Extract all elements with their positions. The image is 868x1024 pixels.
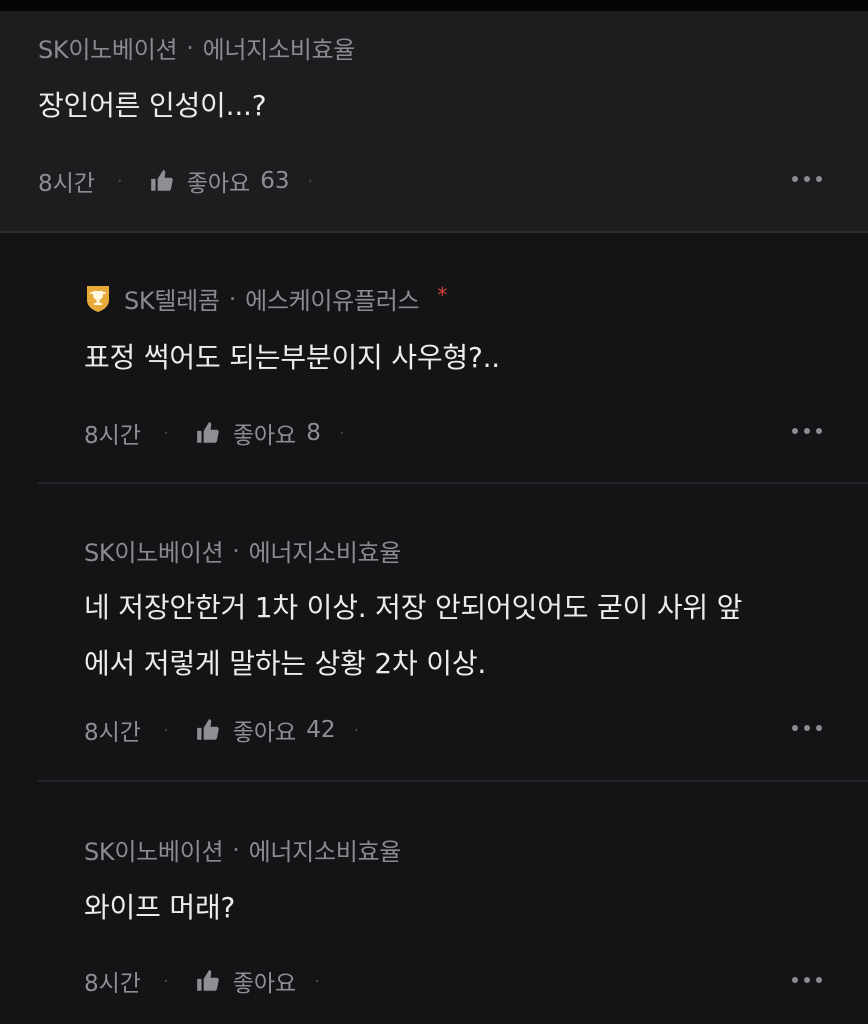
more-horizontal-icon	[792, 176, 798, 182]
divider	[38, 482, 868, 484]
author-company[interactable]: SK이노베이션	[84, 832, 224, 867]
author-company[interactable]: SK이노베이션	[84, 533, 224, 568]
meta-separator: ·	[232, 835, 240, 864]
meta-separator: ·	[232, 536, 240, 565]
meta-separator: ·	[162, 422, 169, 444]
like-button[interactable]: 좋아요 42	[195, 713, 336, 747]
thumbs-up-icon	[196, 970, 219, 991]
status-bar	[0, 0, 868, 11]
like-label: 좋아요	[186, 171, 251, 197]
comment-time: 8시간	[38, 171, 95, 197]
meta-separator: ·	[186, 33, 194, 62]
comment-text: 와이프 머래?	[84, 880, 235, 936]
comment-author[interactable]: SK텔레콤 · 에스케이유플러스 *	[84, 281, 447, 316]
author-dept: 에스케이유플러스	[245, 287, 420, 315]
comment-time: 8시간	[84, 720, 141, 746]
meta-separator: ·	[314, 970, 320, 992]
meta-separator: ·	[307, 170, 314, 192]
comment-text-line: 에서 저렇게 말하는 상황 2차 이상.	[84, 647, 487, 680]
comment-time: 8시간	[84, 423, 141, 449]
more-options-button[interactable]	[792, 176, 822, 182]
comment-time: 8시간	[84, 971, 141, 997]
meta-separator: ·	[228, 284, 237, 313]
meta-separator: ·	[116, 170, 123, 192]
comment-actions: 8시간 · 좋아요 63 ·	[38, 164, 313, 198]
like-count: 8	[306, 420, 321, 446]
like-button[interactable]: 좋아요	[195, 964, 296, 998]
like-button[interactable]: 좋아요 8	[195, 416, 321, 450]
more-horizontal-icon	[792, 725, 798, 731]
comment-text-line: 장인어른 인성이...?	[38, 89, 267, 122]
author-dept: 에너지소비효율	[202, 36, 356, 64]
like-label: 좋아요	[232, 720, 297, 746]
author-dept: 에너지소비효율	[248, 539, 402, 567]
like-count: 42	[306, 717, 336, 743]
meta-separator: ·	[162, 719, 169, 741]
like-count: 63	[260, 168, 290, 194]
comment-thread: SK이노베이션 · 에너지소비효율 장인어른 인성이...? 8시간 · 좋아요…	[0, 0, 868, 1024]
comment-actions: 8시간 · 좋아요 42 ·	[84, 713, 359, 747]
comment-text-line: 와이프 머래?	[84, 891, 236, 924]
more-horizontal-icon	[792, 977, 798, 983]
meta-separator: ·	[338, 422, 345, 444]
comment-actions: 8시간 · 좋아요 8 ·	[84, 416, 345, 450]
comment-actions: 8시간 · 좋아요 ·	[84, 964, 320, 998]
comment-text: 네 저장안한거 1차 이상. 저장 안되어잇어도 굳이 사위 앞 에서 저렇게 …	[84, 580, 742, 692]
trophy-badge-icon	[87, 285, 109, 312]
comment-text-line: 표정 썩어도 되는부분이지 사우형?..	[84, 341, 501, 374]
more-options-button[interactable]	[792, 428, 822, 434]
more-options-button[interactable]	[792, 977, 822, 983]
thumbs-up-icon	[196, 422, 219, 443]
thumbs-up-icon	[150, 170, 173, 191]
divider	[38, 780, 868, 782]
author-company[interactable]: SK이노베이션	[38, 30, 178, 65]
thumbs-up-icon	[196, 719, 219, 740]
more-options-button[interactable]	[792, 725, 822, 731]
comment-text-line: 네 저장안한거 1차 이상. 저장 안되어잇어도 굳이 사위 앞	[84, 591, 743, 624]
divider	[0, 231, 868, 233]
more-horizontal-icon	[792, 428, 798, 434]
comment-author[interactable]: SK이노베이션 · 에너지소비효율	[38, 30, 355, 65]
like-button[interactable]: 좋아요 63	[149, 164, 290, 198]
comment-author[interactable]: SK이노베이션 · 에너지소비효율	[84, 533, 401, 568]
meta-separator: ·	[353, 719, 360, 741]
comment-text: 표정 썩어도 되는부분이지 사우형?..	[84, 330, 500, 386]
comment-text: 장인어른 인성이...?	[38, 78, 267, 134]
meta-separator: ·	[162, 970, 169, 992]
author-company[interactable]: SK텔레콤	[124, 281, 220, 316]
like-label: 좋아요	[232, 971, 297, 997]
like-label: 좋아요	[232, 423, 297, 449]
star-mark: *	[437, 282, 448, 307]
comment-author[interactable]: SK이노베이션 · 에너지소비효율	[84, 832, 401, 867]
author-dept: 에너지소비효율	[248, 838, 402, 866]
